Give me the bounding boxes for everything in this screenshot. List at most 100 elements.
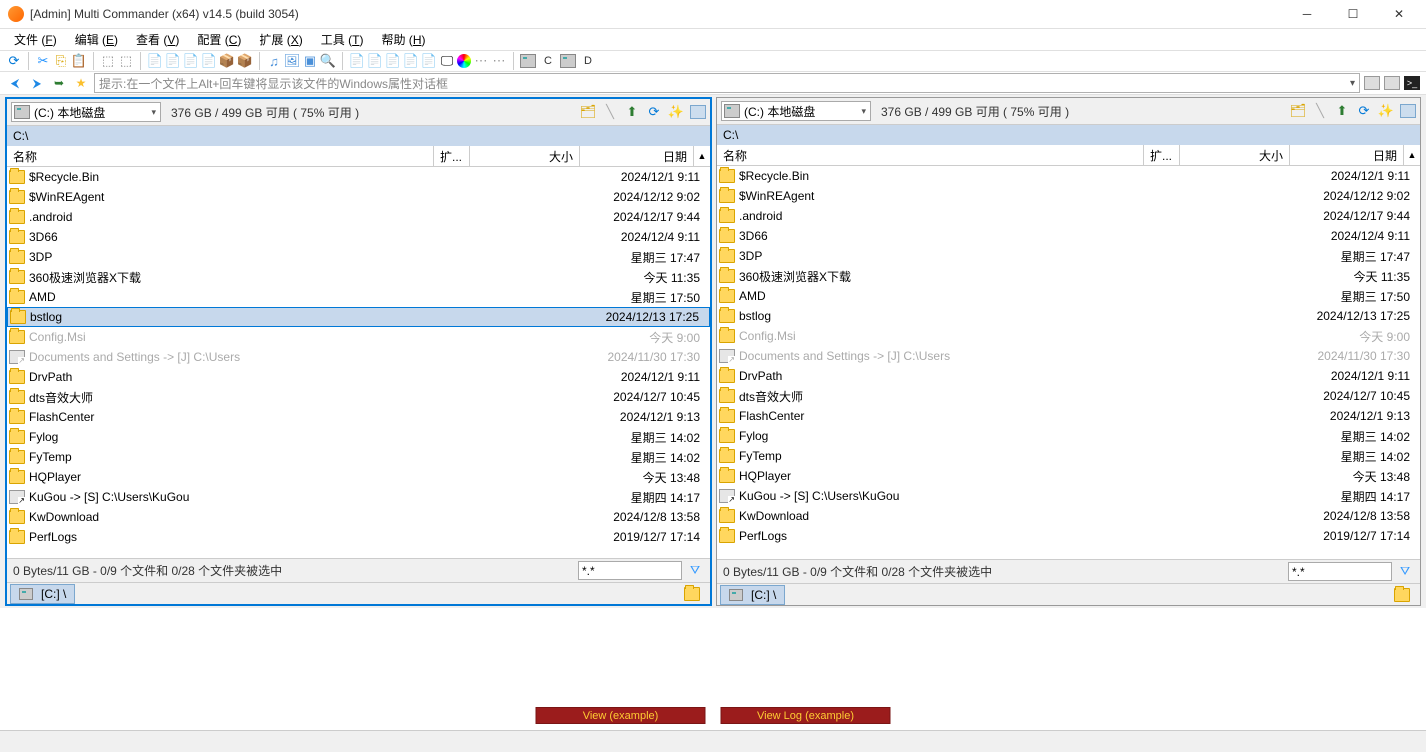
- sep-icon[interactable]: ╲: [602, 104, 618, 120]
- reload-icon[interactable]: ⟳: [1356, 103, 1372, 119]
- view-file-icon[interactable]: 📄: [201, 53, 217, 69]
- refresh-icon[interactable]: ⟳: [6, 53, 22, 69]
- menu-f[interactable]: 文件 (F): [6, 30, 65, 49]
- back-icon[interactable]: ⮜: [6, 74, 24, 92]
- file-list[interactable]: $Recycle.Bin2024/12/1 9:11$WinREAgent202…: [7, 167, 710, 558]
- path-bar[interactable]: C:\: [7, 126, 710, 146]
- drive-select[interactable]: (C:) 本地磁盘▾: [11, 102, 161, 122]
- file-list[interactable]: $Recycle.Bin2024/12/1 9:11$WinREAgent202…: [717, 166, 1420, 559]
- up-icon[interactable]: ⬆: [624, 104, 640, 120]
- file-row[interactable]: Config.Msi今天 9:00: [717, 326, 1420, 346]
- file2-icon[interactable]: 📄: [367, 53, 383, 69]
- file-row[interactable]: DrvPath2024/12/1 9:11: [7, 367, 710, 387]
- file4-icon[interactable]: 📄: [403, 53, 419, 69]
- drive-select[interactable]: (C:) 本地磁盘▾: [721, 101, 871, 121]
- file-row[interactable]: $WinREAgent2024/12/12 9:02: [717, 186, 1420, 206]
- drive-d-icon[interactable]: [560, 54, 576, 68]
- header-size[interactable]: 大小: [1180, 145, 1290, 165]
- header-date[interactable]: 日期: [580, 146, 694, 166]
- more1-icon[interactable]: ⋯: [473, 53, 489, 69]
- unpack-icon[interactable]: 📦: [237, 53, 253, 69]
- file-row[interactable]: Config.Msi今天 9:00: [7, 327, 710, 347]
- file-row[interactable]: 3DP星期三 17:47: [717, 246, 1420, 266]
- search-icon[interactable]: 🔍: [320, 53, 336, 69]
- funnel-icon[interactable]: ⛛: [686, 562, 704, 580]
- panel2-icon[interactable]: [1384, 76, 1400, 90]
- deselect-icon[interactable]: ⬚: [118, 53, 134, 69]
- file-row[interactable]: .android2024/12/17 9:44: [7, 207, 710, 227]
- file-row[interactable]: HQPlayer今天 13:48: [7, 467, 710, 487]
- funnel-icon[interactable]: ⛛: [1396, 563, 1414, 581]
- header-size[interactable]: 大小: [470, 146, 580, 166]
- filter-input[interactable]: [1288, 562, 1392, 581]
- header-scroll[interactable]: ▲: [1404, 145, 1420, 165]
- file-row[interactable]: KwDownload2024/12/8 13:58: [7, 507, 710, 527]
- wand-icon[interactable]: ✨: [1378, 103, 1394, 119]
- copy-file-icon[interactable]: 📄: [147, 53, 163, 69]
- more2-icon[interactable]: ⋯: [491, 53, 507, 69]
- pack-icon[interactable]: 📦: [219, 53, 235, 69]
- grid-icon[interactable]: [1400, 104, 1416, 118]
- color-icon[interactable]: [457, 54, 471, 68]
- file-row[interactable]: $Recycle.Bin2024/12/1 9:11: [717, 166, 1420, 186]
- history-icon[interactable]: ➥: [50, 74, 68, 92]
- monitor-icon[interactable]: 🖵: [439, 53, 455, 69]
- hint-field[interactable]: 提示:在一个文件上Alt+回车键将显示该文件的Windows属性对话框 ▾: [94, 73, 1360, 93]
- drive-c-icon[interactable]: [520, 54, 536, 68]
- copy-icon[interactable]: ⎘: [53, 53, 69, 69]
- menu-c[interactable]: 配置 (C): [189, 30, 249, 49]
- maximize-button[interactable]: ☐: [1330, 0, 1376, 29]
- image-icon[interactable]: 🖼: [284, 53, 300, 69]
- audio-icon[interactable]: ♫: [266, 53, 282, 69]
- menu-x[interactable]: 扩展 (X): [251, 30, 310, 49]
- chevron-down-icon[interactable]: ▾: [1350, 78, 1355, 89]
- file-row[interactable]: Fylog星期三 14:02: [7, 427, 710, 447]
- file-row[interactable]: Documents and Settings -> [J] C:\Users20…: [717, 346, 1420, 366]
- view-log-button[interactable]: View Log (example): [721, 707, 891, 724]
- file-row[interactable]: bstlog2024/12/13 17:25: [7, 307, 710, 327]
- file-row[interactable]: FlashCenter2024/12/1 9:13: [7, 407, 710, 427]
- file-row[interactable]: dts音效大师2024/12/7 10:45: [717, 386, 1420, 406]
- file-row[interactable]: $Recycle.Bin2024/12/1 9:11: [7, 167, 710, 187]
- header-date[interactable]: 日期: [1290, 145, 1404, 165]
- header-ext[interactable]: 扩...: [1144, 145, 1180, 165]
- path-bar[interactable]: C:\: [717, 125, 1420, 145]
- file-row[interactable]: DrvPath2024/12/1 9:11: [717, 366, 1420, 386]
- file-row[interactable]: dts音效大师2024/12/7 10:45: [7, 387, 710, 407]
- cut-icon[interactable]: ✂: [35, 53, 51, 69]
- file3-icon[interactable]: 📄: [385, 53, 401, 69]
- header-scroll[interactable]: ▲: [694, 146, 710, 166]
- move-file-icon[interactable]: 📄: [165, 53, 181, 69]
- file-row[interactable]: 360极速浏览器X下载今天 11:35: [7, 267, 710, 287]
- file-row[interactable]: KuGou -> [S] C:\Users\KuGou星期四 14:17: [7, 487, 710, 507]
- file-row[interactable]: AMD星期三 17:50: [717, 286, 1420, 306]
- menu-e[interactable]: 编辑 (E): [67, 30, 126, 49]
- file-row[interactable]: bstlog2024/12/13 17:25: [717, 306, 1420, 326]
- video-icon[interactable]: ▣: [302, 53, 318, 69]
- file5-icon[interactable]: 📄: [421, 53, 437, 69]
- file-row[interactable]: AMD星期三 17:50: [7, 287, 710, 307]
- view-button[interactable]: View (example): [536, 707, 706, 724]
- header-name[interactable]: 名称: [717, 145, 1144, 165]
- minimize-button[interactable]: ─: [1284, 0, 1330, 29]
- up-icon[interactable]: ⬆: [1334, 103, 1350, 119]
- close-button[interactable]: ✕: [1376, 0, 1422, 29]
- file-row[interactable]: Documents and Settings -> [J] C:\Users20…: [7, 347, 710, 367]
- file-row[interactable]: 3D662024/12/4 9:11: [7, 227, 710, 247]
- folder-icon[interactable]: [684, 587, 700, 601]
- delete-file-icon[interactable]: 📄: [183, 53, 199, 69]
- wand-icon[interactable]: ✨: [668, 104, 684, 120]
- file-row[interactable]: $WinREAgent2024/12/12 9:02: [7, 187, 710, 207]
- file-row[interactable]: .android2024/12/17 9:44: [717, 206, 1420, 226]
- file-row[interactable]: KuGou -> [S] C:\Users\KuGou星期四 14:17: [717, 486, 1420, 506]
- file-row[interactable]: Fylog星期三 14:02: [717, 426, 1420, 446]
- menu-t[interactable]: 工具 (T): [313, 30, 372, 49]
- select-icon[interactable]: ⬚: [100, 53, 116, 69]
- file-kb-icon[interactable]: 📄: [349, 53, 365, 69]
- drive-tab[interactable]: [C:] \: [10, 584, 75, 604]
- header-ext[interactable]: 扩...: [434, 146, 470, 166]
- filter-input[interactable]: [578, 561, 682, 580]
- terminal-icon[interactable]: >_: [1404, 76, 1420, 90]
- grid-icon[interactable]: [690, 105, 706, 119]
- reload-icon[interactable]: ⟳: [646, 104, 662, 120]
